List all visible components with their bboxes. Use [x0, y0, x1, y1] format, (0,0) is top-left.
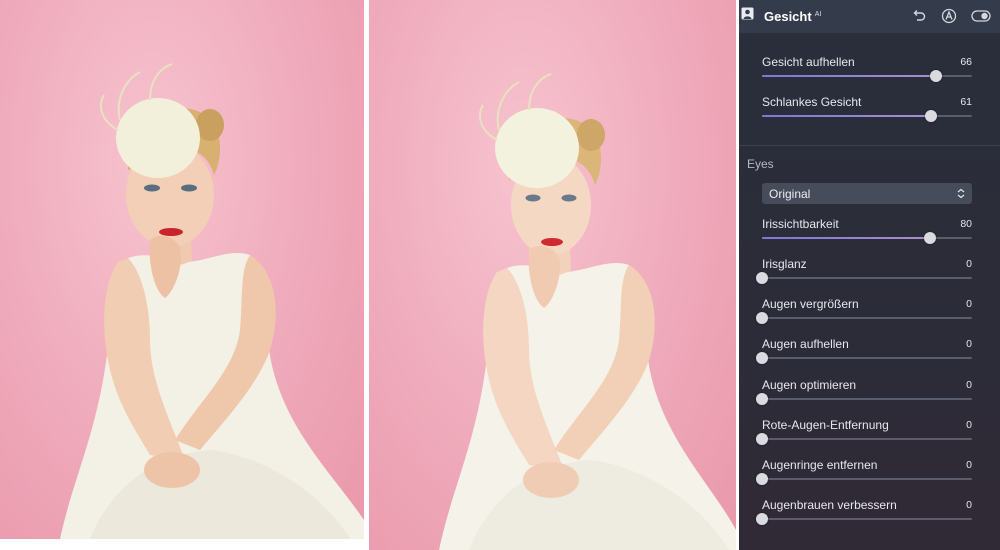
panel-header: Gesicht AI [739, 0, 1000, 33]
panel-title: Gesicht AI [764, 9, 821, 24]
slider-label: Augenringe entfernen [762, 458, 878, 472]
section-divider [739, 145, 1000, 146]
before-photo [0, 0, 364, 539]
portrait-image-after [439, 73, 736, 550]
auto-adjust-icon[interactable] [941, 8, 957, 24]
slider-thumb[interactable] [756, 393, 768, 405]
slider-label: Gesicht aufhellen [762, 55, 855, 69]
slider-label: Augen aufhellen [762, 337, 849, 351]
slider-value: 0 [966, 298, 972, 310]
slider-thumb[interactable] [756, 433, 768, 445]
panel-title-text: Gesicht [764, 9, 812, 24]
slider-thumb[interactable] [925, 110, 938, 122]
slider-track[interactable] [756, 513, 972, 525]
slider-value: 0 [966, 379, 972, 391]
slider-fill [762, 75, 937, 77]
slider-label: Augen optimieren [762, 378, 857, 392]
portrait-image-before [60, 63, 364, 539]
slider-track[interactable] [762, 110, 972, 122]
slider-thumb[interactable] [756, 352, 768, 364]
slider-label: Rote-Augen-Entfernung [762, 418, 889, 432]
slider-thumb[interactable] [924, 232, 936, 244]
chevron-up-down-icon [957, 188, 965, 199]
slider-track[interactable] [756, 352, 972, 364]
ai-badge: AI [814, 10, 822, 18]
slider-value: 0 [966, 459, 972, 471]
slider-thumb[interactable] [756, 513, 768, 525]
eyes-preset-dropdown[interactable]: Original [762, 183, 972, 204]
slider-fill [762, 237, 930, 239]
slider-value: 0 [966, 419, 972, 431]
slider-thumb[interactable] [930, 70, 943, 82]
slider-augen-optimieren[interactable]: Augen optimieren 0 [756, 378, 972, 412]
slider-value: 80 [960, 218, 972, 230]
slider-thumb[interactable] [756, 272, 768, 284]
slider-thumb[interactable] [756, 473, 768, 485]
slider-value: 0 [966, 499, 972, 511]
slider-track[interactable] [756, 433, 972, 445]
slider-label: Irisglanz [762, 257, 807, 271]
slider-schlankes-gesicht[interactable]: Schlankes Gesicht 61 [762, 95, 972, 129]
slider-fill [762, 115, 932, 117]
slider-label: Irissichtbarkeit [762, 217, 839, 231]
slider-label: Augen vergrößern [762, 297, 859, 311]
slider-track[interactable] [756, 473, 972, 485]
slider-thumb[interactable] [756, 312, 768, 324]
slider-rote-augen-entfernung[interactable]: Rote-Augen-Entfernung 0 [756, 418, 972, 452]
slider-irisglanz[interactable]: Irisglanz 0 [756, 257, 972, 291]
slider-track[interactable] [756, 312, 972, 324]
slider-track[interactable] [762, 70, 972, 82]
slider-augen-vergroessern[interactable]: Augen vergrößern 0 [756, 297, 972, 331]
dropdown-value: Original [769, 187, 811, 201]
slider-track[interactable] [756, 272, 972, 284]
slider-augen-aufhellen[interactable]: Augen aufhellen 0 [756, 337, 972, 371]
slider-value: 0 [966, 258, 972, 270]
slider-label: Schlankes Gesicht [762, 95, 862, 109]
undo-icon[interactable] [911, 8, 927, 24]
slider-value: 0 [966, 338, 972, 350]
slider-value: 66 [960, 56, 972, 68]
slider-augenringe-entfernen[interactable]: Augenringe entfernen 0 [756, 458, 972, 492]
slider-track[interactable] [756, 393, 972, 405]
slider-track[interactable] [762, 232, 972, 244]
section-label-eyes: Eyes [747, 157, 774, 171]
slider-gesicht-aufhellen[interactable]: Gesicht aufhellen 66 [762, 55, 972, 89]
slider-irissichtbarkeit[interactable]: Irissichtbarkeit 80 [762, 217, 972, 251]
after-photo [369, 0, 736, 550]
visibility-toggle-icon[interactable] [971, 8, 991, 24]
slider-label: Augenbrauen verbessern [762, 498, 897, 512]
slider-augenbrauen-verbessern[interactable]: Augenbrauen verbessern 0 [756, 498, 972, 532]
adjustment-panel: Gesicht AI Gesicht aufhellen 66 Schlankes… [739, 0, 1000, 550]
portrait-icon [741, 7, 754, 20]
slider-value: 61 [960, 96, 972, 108]
